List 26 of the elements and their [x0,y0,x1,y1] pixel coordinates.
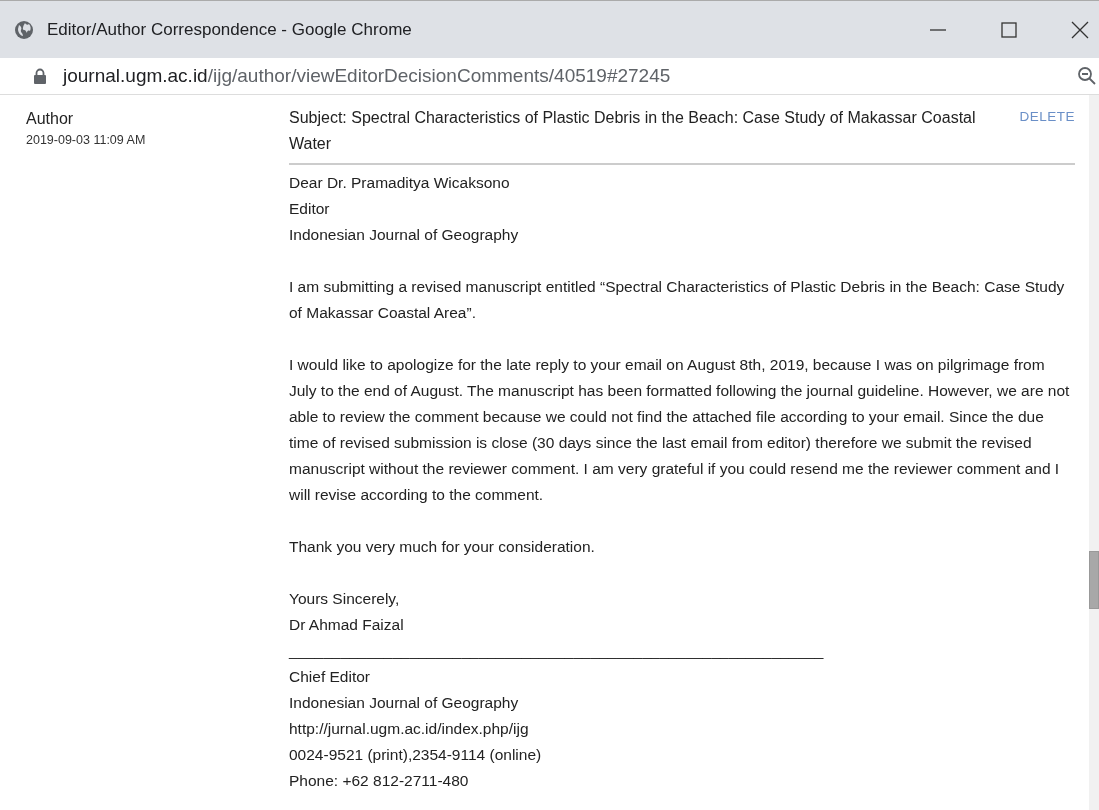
message-text: Dr Ahmad Faizal [289,615,405,635]
globe-icon [14,19,34,40]
message-text: Chief Editor [289,667,371,687]
message-text: ______________________________________________________________ [289,641,825,661]
message-text: Yours Sincerely, [289,589,401,609]
lock-icon[interactable] [33,68,47,84]
message-text: Dear Dr. Pramaditya Wicaksono [289,173,511,193]
message-text: 0024-9521 (print),2354-9114 (online) [289,745,543,765]
message-text: Phone: +62 812-2711-480 [289,771,470,791]
message-text: Indonesian Journal of Geography [289,693,520,713]
message-text: Thank you very much for your consideration. [289,537,596,557]
comment-subject: Subject: Spectral Characteristics of Plastic Debris in the Beach: Case Study of Makassar Coastal Water [289,108,977,154]
maximize-icon[interactable] [999,19,1019,40]
close-icon[interactable] [1070,19,1090,40]
zoom-icon[interactable] [1077,66,1097,86]
author-label: Author [26,109,75,129]
message-text: I would like to apologize for the late reply to your email on August 8th, 2019, because I was on pilgrimage from July to the end of August. The manuscript has been formatted following the journal guideline. However, we are not able to review the comment because we could not find the attached file according to your email. Since the due time of revised submission is close (30 days since the last email from editor) therefore we submit the revised manuscript without the reviewer comment. I am very grateful if you could resend me the reviewer comment and I will revise according to the comment. [289,355,1071,505]
window-title: Editor/Author Correspondence - Google Chrome [47,19,412,40]
scroll-thumb[interactable] [1089,551,1099,609]
scrollbar[interactable] [1089,95,1099,810]
message-text: Editor [289,199,331,219]
comment-date: 2019-09-03 11:09 AM [26,133,147,147]
message-text: http://jurnal.ugm.ac.id/index.php/ijg [289,719,530,739]
url-text[interactable]: journal.ugm.ac.id/ijg/author/viewEditorDecisionComments/40519#27245 [63,65,671,87]
message-text: Indonesian Journal of Geography [289,225,520,245]
message-text: I am submitting a revised manuscript entitled “Spectral Characteristics of Plastic Debris in the Beach: Case Study of Makassar Coastal Area”. [289,277,1066,323]
